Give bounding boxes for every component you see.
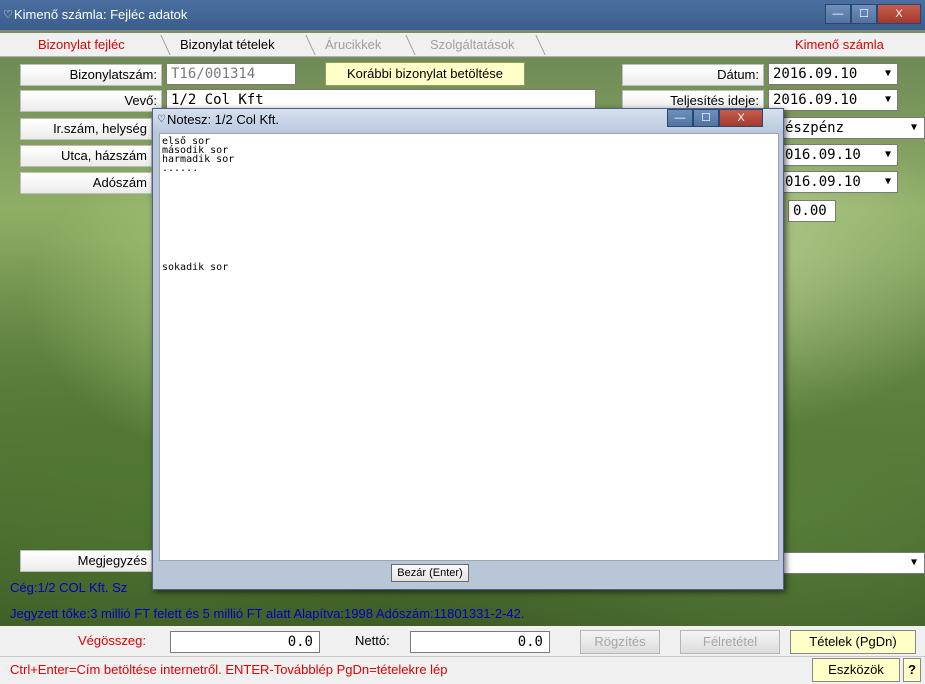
notes-line: ...... — [162, 163, 199, 174]
notes-line — [162, 200, 778, 209]
tab-separator — [305, 35, 316, 55]
fizetesi-mod-value: észpénz — [785, 120, 845, 136]
vegosszeg-field[interactable]: 0.0 — [170, 631, 320, 653]
tab-bar: Bizonylat fejléc Bizonylat tételek Áruci… — [0, 33, 925, 57]
notes-line: második sor — [162, 145, 229, 156]
notes-line — [162, 173, 778, 182]
help-button[interactable]: ? — [903, 658, 921, 682]
bizonylatszam-label: Bizonylatszám: — [20, 64, 162, 86]
notes-line — [162, 245, 778, 254]
notes-line: első sor — [162, 136, 211, 147]
netto-label: Nettó: — [355, 633, 390, 648]
maximize-button[interactable]: ☐ — [851, 4, 877, 24]
notes-line: harmadik sor — [162, 154, 235, 165]
dialog-title: Notesz: 1/2 Col Kft. — [167, 112, 279, 127]
minimize-button[interactable]: — — [825, 4, 851, 24]
notes-line — [162, 209, 778, 218]
notes-line — [162, 236, 778, 245]
window-title: Kimenő számla: Fejléc adatok — [14, 7, 188, 22]
vevo-label: Vevő: — [20, 90, 162, 112]
notes-line — [162, 191, 778, 200]
triangle-down-icon[interactable]: ▼ — [907, 121, 921, 135]
notes-line — [162, 227, 778, 236]
datum-label: Dátum: — [622, 64, 764, 86]
fizetesi-mod-field[interactable]: észpénz ▼ — [780, 117, 925, 139]
utca-label: Utca, házszám — [20, 145, 152, 167]
window-titlebar: ♡ Kimenő számla: Fejléc adatok — ☐ X — [0, 0, 925, 30]
tab-bizonylat-tetelek[interactable]: Bizonylat tételek — [180, 33, 275, 57]
date4-value: 016.09.10 — [785, 174, 861, 190]
teljesites-value: 2016.09.10 — [773, 92, 858, 108]
amount-field[interactable]: 0.00 — [788, 200, 836, 222]
close-button[interactable]: X — [877, 4, 921, 24]
load-previous-document-button[interactable]: Korábbi bizonylat betöltése — [325, 62, 525, 86]
capital-info-line: Jegyzett tőke:3 millió FT felett és 5 mi… — [10, 606, 525, 621]
rogzites-button[interactable]: Rögzítés — [580, 630, 660, 654]
statusbar-hint: Ctrl+Enter=Cím betöltése internetről. EN… — [10, 662, 448, 677]
triangle-down-icon[interactable]: ▼ — [881, 148, 895, 162]
notes-dialog: ♡ Notesz: 1/2 Col Kft. — ☐ X első sor más… — [152, 108, 784, 590]
adoszam-label: Adószám — [20, 172, 152, 194]
notes-line — [162, 182, 778, 191]
date3-value: 016.09.10 — [785, 147, 861, 163]
tab-separator — [160, 35, 171, 55]
close-notes-button[interactable]: Bezár (Enter) — [391, 564, 469, 582]
tab-separator — [535, 35, 546, 55]
tab-bizonylat-fejlec[interactable]: Bizonylat fejléc — [38, 33, 125, 57]
tetelek-button[interactable]: Tételek (PgDn) — [790, 630, 916, 654]
date4-field[interactable]: 016.09.10 ▼ — [780, 171, 898, 193]
datum-field[interactable]: 2016.09.10 ▼ — [768, 63, 898, 85]
megjegyzes-dropdown[interactable]: ▼ — [780, 552, 925, 574]
teljesites-field[interactable]: 2016.09.10 ▼ — [768, 89, 898, 111]
dialog-minimize-button[interactable]: — — [667, 109, 693, 127]
triangle-down-icon[interactable]: ▼ — [881, 93, 895, 107]
triangle-down-icon[interactable]: ▼ — [881, 175, 895, 189]
dialog-titlebar: ♡ Notesz: 1/2 Col Kft. — ☐ X — [153, 109, 783, 131]
company-info-line: Cég:1/2 COL Kft. Sz — [10, 580, 128, 595]
datum-value: 2016.09.10 — [773, 66, 858, 82]
dialog-close-button[interactable]: X — [719, 109, 763, 127]
notes-line — [162, 254, 778, 263]
vegosszeg-label: Végösszeg: — [78, 633, 146, 648]
date3-field[interactable]: 016.09.10 ▼ — [780, 144, 898, 166]
invoice-type-label: Kimenő számla — [795, 37, 884, 52]
irszam-label: Ir.szám, helység — [20, 118, 152, 140]
felretetel-button[interactable]: Félretétel — [680, 630, 780, 654]
bizonylatszam-field[interactable]: T16/001314 — [166, 63, 296, 85]
triangle-down-icon[interactable]: ▼ — [881, 67, 895, 81]
notes-textarea[interactable]: első sor második sor harmadik sor...... sok… — [159, 133, 779, 561]
dialog-app-icon: ♡ — [157, 114, 166, 125]
triangle-down-icon[interactable]: ▼ — [907, 556, 921, 570]
notes-line — [162, 218, 778, 227]
notes-line: sokadik sor — [162, 262, 229, 273]
app-icon: ♡ — [3, 9, 13, 21]
tab-szolgaltatasok[interactable]: Szolgáltatások — [430, 33, 515, 57]
dialog-maximize-button[interactable]: ☐ — [693, 109, 719, 127]
tab-separator — [405, 35, 416, 55]
eszkozok-button[interactable]: Eszközök — [812, 658, 900, 682]
tab-arucikkek[interactable]: Árucikkek — [325, 33, 381, 57]
netto-field[interactable]: 0.0 — [410, 631, 550, 653]
megjegyzes-label: Megjegyzés — [20, 550, 152, 572]
